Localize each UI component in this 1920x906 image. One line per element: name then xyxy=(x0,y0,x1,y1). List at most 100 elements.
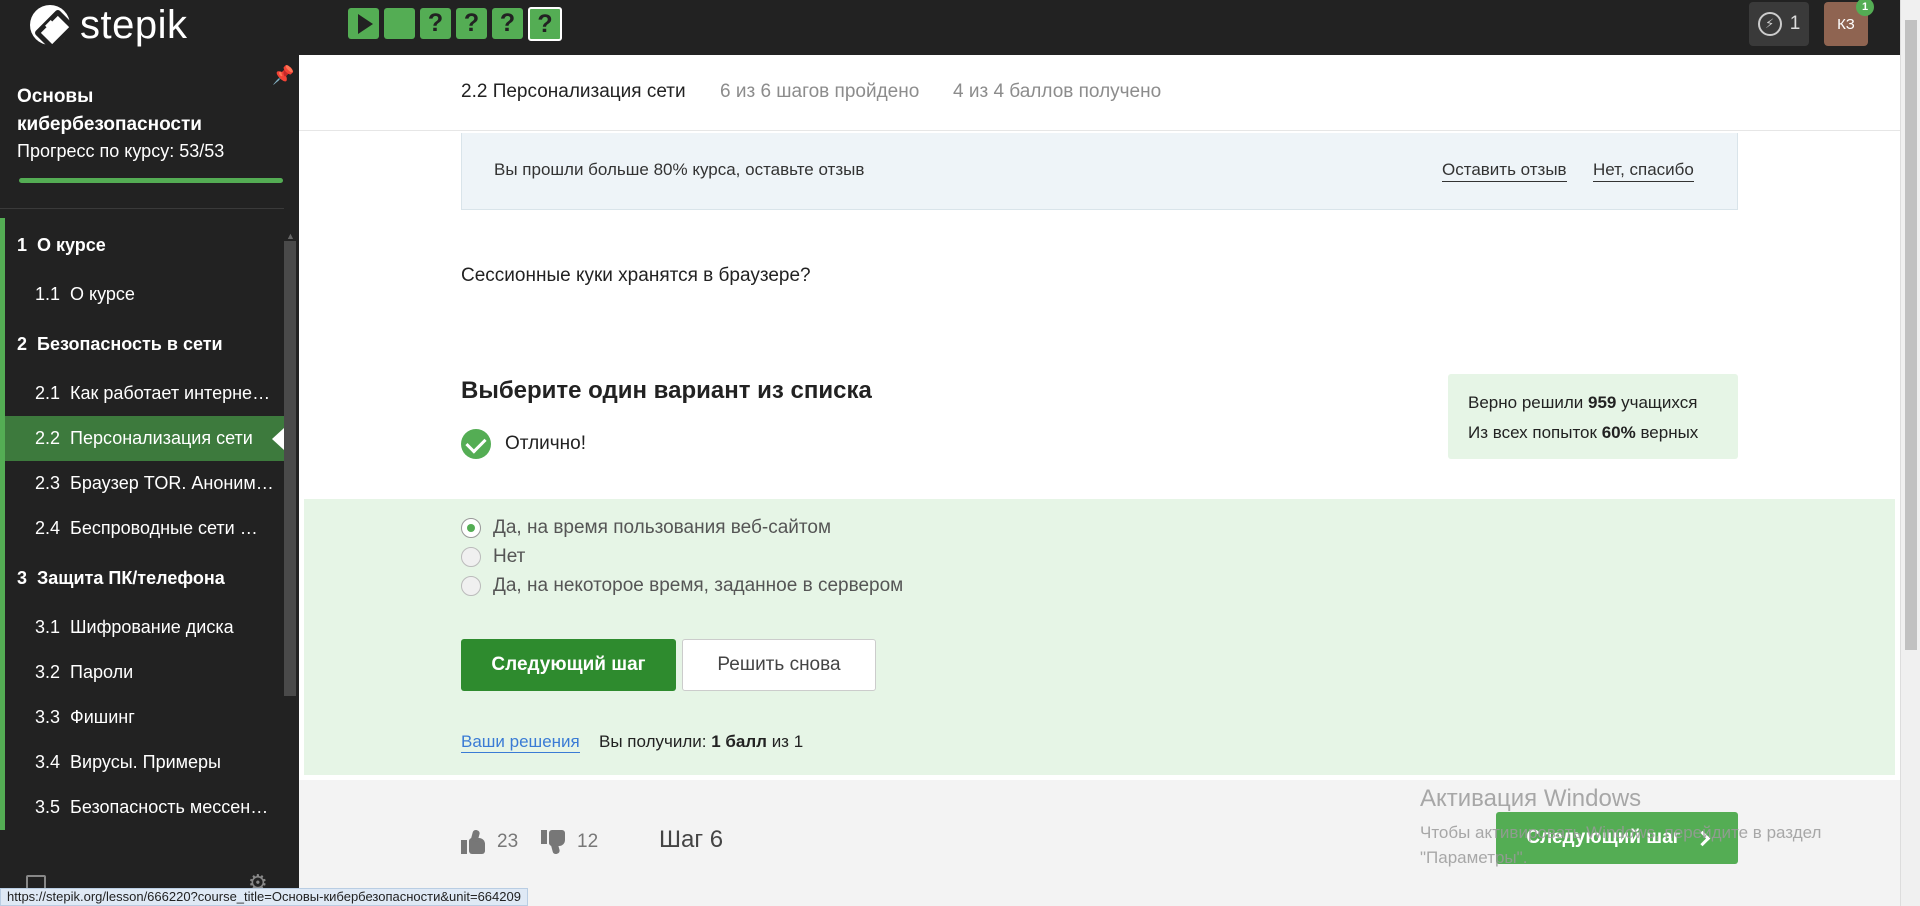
step-6-quiz-current[interactable]: ? xyxy=(528,7,562,41)
step-3-quiz[interactable]: ? xyxy=(420,8,451,39)
sidebar-lesson-3-4[interactable]: 3.4 Вирусы. Примеры xyxy=(0,740,284,785)
step-navigation: ? ? ? ? xyxy=(348,7,562,41)
notification-badge: 1 xyxy=(1856,0,1874,16)
question-icon: ? xyxy=(463,9,480,37)
status-text: Отлично! xyxy=(505,433,587,454)
radio-icon[interactable] xyxy=(461,547,481,567)
stats-solved-line: Верно решили 959 учащихся xyxy=(1468,388,1718,418)
sidebar-divider xyxy=(0,208,284,209)
sidebar-lesson-2-2-active[interactable]: 2.2 Персонализация сети xyxy=(0,416,284,461)
progress-bar xyxy=(19,178,283,183)
item-label: Шифрование диска xyxy=(70,617,234,637)
sidebar-lesson-3-2[interactable]: 3.2 Пароли xyxy=(0,650,284,695)
item-label: Как работает интерне… xyxy=(70,383,271,403)
item-label: Защита ПК/телефона xyxy=(37,567,225,588)
sidebar-scrollbar[interactable]: ▲ ▼ xyxy=(282,231,298,901)
sidebar-lesson-2-4[interactable]: 2.4 Беспроводные сети … xyxy=(0,506,284,551)
progress-label: Прогресс по курсу: xyxy=(17,141,175,161)
thumbs-up-icon xyxy=(461,829,487,854)
item-label: Безопасность в сети xyxy=(37,333,223,354)
energy-count: 1 xyxy=(1789,13,1801,34)
stats-box: Верно решили 959 учащихся Из всех попыто… xyxy=(1448,374,1738,459)
stats-percent-line: Из всех попыток 60% верных xyxy=(1468,418,1718,448)
stats-percent-prefix: Из всех попыток xyxy=(1468,423,1597,442)
sidebar-lesson-3-3[interactable]: 3.3 Фишинг xyxy=(0,695,284,740)
avatar-initials: КЗ xyxy=(1837,15,1855,33)
item-number: 2.4 xyxy=(35,518,61,538)
item-number: 1 xyxy=(17,234,28,255)
item-number: 2.2 xyxy=(35,428,61,448)
score-result: Вы получили: 1 балл из 1 xyxy=(599,732,803,752)
task-title: Выберите один вариант из списка xyxy=(461,377,872,404)
course-sidebar: 📌 Основы кибербезопасности Прогресс по к… xyxy=(0,55,299,906)
radio-checked-icon[interactable] xyxy=(461,518,481,538)
item-number: 3.4 xyxy=(35,752,61,772)
your-solutions-link[interactable]: Ваши решения xyxy=(461,732,580,753)
no-thanks-link[interactable]: Нет, спасибо xyxy=(1593,160,1694,182)
next-step-button[interactable]: Следующий шаг xyxy=(461,639,676,691)
pin-icon[interactable]: 📌 xyxy=(272,65,294,86)
item-number: 3.2 xyxy=(35,662,61,682)
item-number: 2.1 xyxy=(35,383,61,403)
user-avatar[interactable]: КЗ 1 xyxy=(1824,0,1874,46)
like-count: 23 xyxy=(497,831,519,852)
step-1-video[interactable] xyxy=(348,8,379,39)
item-number: 3.1 xyxy=(35,617,61,637)
question-icon: ? xyxy=(499,9,516,37)
review-banner-text: Вы прошли больше 80% курса, оставьте отз… xyxy=(494,160,865,179)
answer-option-1[interactable]: Да, на время пользования веб-сайтом xyxy=(461,517,831,539)
item-number: 3 xyxy=(17,567,28,588)
stepik-logo[interactable]: stepik xyxy=(30,5,188,45)
answer-option-2[interactable]: Нет xyxy=(461,546,525,568)
step-2-text[interactable] xyxy=(384,8,415,39)
page-scrollbar[interactable] xyxy=(1900,0,1920,906)
sidebar-lesson-2-3[interactable]: 2.3 Браузер TOR. Аноним… xyxy=(0,461,284,506)
lesson-title: 2.2 Персонализация сети xyxy=(461,81,686,102)
status-bar-url: https://stepik.org/lesson/666220?course_… xyxy=(0,888,528,906)
step-4-quiz[interactable]: ? xyxy=(456,8,487,39)
item-number: 3.5 xyxy=(35,797,61,817)
like-button[interactable]: 23 xyxy=(461,829,519,854)
answer-area: Да, на время пользования веб-сайтом Нет … xyxy=(304,499,1895,775)
play-icon xyxy=(357,13,373,34)
radio-icon[interactable] xyxy=(461,576,481,596)
sidebar-section-1[interactable]: 1 О курсе xyxy=(0,218,284,272)
thumbs-down-icon xyxy=(541,830,567,855)
sidebar-lesson-2-1[interactable]: 2.1 Как работает интерне… xyxy=(0,371,284,416)
sidebar-lesson-3-1[interactable]: 3.1 Шифрование диска xyxy=(0,605,284,650)
windows-watermark-subtitle: Чтобы активировать Windows, перейдите в … xyxy=(1420,823,1822,867)
answer-option-3[interactable]: Да, на некоторое время, заданное в серве… xyxy=(461,575,903,597)
step-5-quiz[interactable]: ? xyxy=(492,8,523,39)
leave-review-link[interactable]: Оставить отзыв xyxy=(1442,160,1567,182)
item-label: Фишинг xyxy=(70,707,135,727)
result-prefix: Вы получили: xyxy=(599,732,707,751)
retry-button[interactable]: Решить снова xyxy=(682,639,876,691)
result-suffix: из 1 xyxy=(771,732,804,751)
item-number: 2 xyxy=(17,333,28,354)
item-number: 1.1 xyxy=(35,284,61,304)
sidebar-section-2[interactable]: 2 Безопасность в сети xyxy=(0,317,284,371)
question-icon: ? xyxy=(537,9,553,38)
page-scroll-thumb[interactable] xyxy=(1905,20,1917,650)
option-label: Да, на время пользования веб-сайтом xyxy=(493,517,832,538)
sidebar-section-3[interactable]: 3 Защита ПК/телефона xyxy=(0,551,284,605)
course-title[interactable]: Основы кибербезопасности xyxy=(17,83,257,139)
dislike-count: 12 xyxy=(577,831,599,852)
logo-text: stepik xyxy=(80,3,188,47)
item-label: О курсе xyxy=(70,284,135,304)
dislike-button[interactable]: 12 xyxy=(541,830,599,855)
result-points: 1 балл xyxy=(711,732,767,751)
option-label: Да, на некоторое время, заданное в серве… xyxy=(493,575,904,596)
scroll-up-arrow-icon[interactable]: ▲ xyxy=(286,231,295,241)
lesson-score: 4 из 4 баллов получено xyxy=(953,81,1162,102)
top-navbar: stepik ? ? ? ? ⚡ 1 КЗ 1 xyxy=(0,0,1900,55)
step-label: Шаг 6 xyxy=(659,826,724,853)
question-icon: ? xyxy=(427,9,444,37)
sidebar-lesson-1-1[interactable]: 1.1 О курсе xyxy=(0,272,284,317)
stats-percent-suffix: верных xyxy=(1640,423,1699,442)
sidebar-scroll-thumb[interactable] xyxy=(284,241,296,696)
energy-button[interactable]: ⚡ 1 xyxy=(1749,2,1809,46)
item-label: Браузер TOR. Аноним… xyxy=(70,473,274,493)
sidebar-lesson-3-5[interactable]: 3.5 Безопасность мессен… xyxy=(0,785,284,830)
lesson-list: 1 О курсе 1.1 О курсе 2 Безопасность в сети… xyxy=(0,218,284,830)
